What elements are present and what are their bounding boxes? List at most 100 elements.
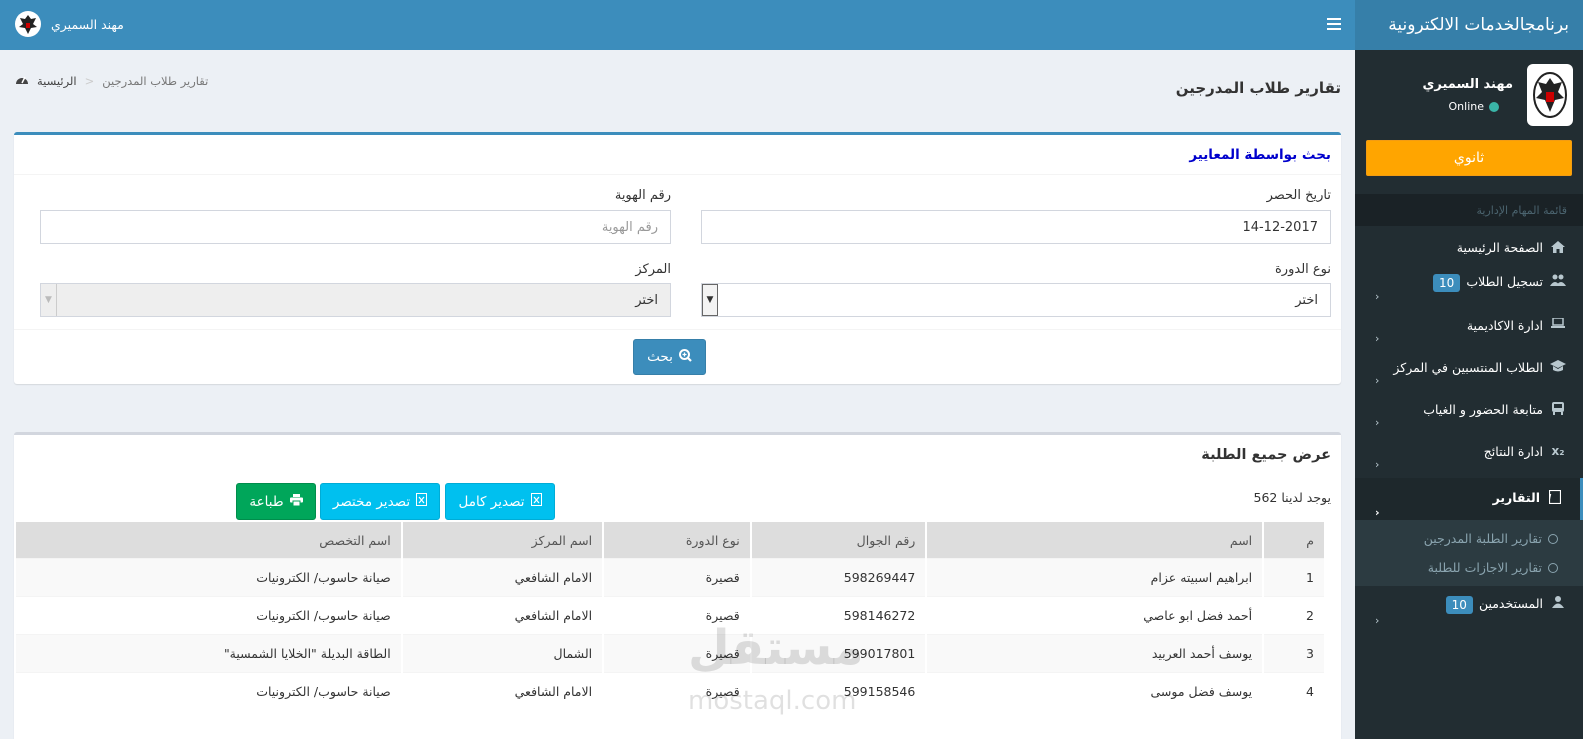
cell-center: الامام الشافعي xyxy=(402,672,603,710)
breadcrumb-home-link[interactable]: الرئيسية xyxy=(37,74,77,88)
sidebar: برنامجالخدمات الالكترونية مهند السميري O… xyxy=(1355,0,1583,739)
column-header-specialty[interactable]: اسم التخصص xyxy=(16,522,401,558)
table-row[interactable]: 3 يوسف أحمد العربيد 599017801 قصيرة الشم… xyxy=(16,634,1324,672)
sidebar-item-student-registration[interactable]: تسجيل الطلاب 10 ‹ xyxy=(1355,268,1583,310)
cell-index: 1 xyxy=(1264,558,1324,596)
main-content: تقارير طلاب المدرجين الرئيسية < تقارير ط… xyxy=(0,50,1355,739)
column-header-index[interactable]: م xyxy=(1264,522,1324,558)
center-label: المركز xyxy=(635,262,671,277)
sidebar-item-label: المستخدمين xyxy=(1478,596,1543,611)
sidebar-item-label: ادارة الاكاديمية xyxy=(1466,318,1543,333)
cell-center: الامام الشافعي xyxy=(402,596,603,634)
cell-mobile: 598269447 xyxy=(751,558,926,596)
level-button-label: ثانوي xyxy=(1453,150,1485,166)
search-button[interactable]: بحث xyxy=(633,339,706,375)
status-dot-icon xyxy=(1489,101,1499,112)
subscript-icon: x₂ xyxy=(1551,444,1565,458)
eagle-emblem-icon xyxy=(19,15,37,34)
caret-down-icon[interactable]: ▼ xyxy=(702,284,718,316)
navbar-avatar xyxy=(15,11,41,37)
chevron-left-icon: ‹ xyxy=(1375,416,1380,429)
sidebar-item-academy[interactable]: ادارة الاكاديمية ‹ xyxy=(1355,310,1583,352)
column-header-course-type[interactable]: نوع الدورة xyxy=(604,522,750,558)
file-word-icon: W xyxy=(1546,490,1564,504)
sidebar-item-results[interactable]: x₂ ادارة النتائج ‹ xyxy=(1355,436,1583,478)
id-input[interactable]: رقم الهوية xyxy=(40,210,671,244)
status-label: Online xyxy=(1448,100,1484,113)
chevron-left-icon: ‹ xyxy=(1375,614,1380,627)
watermark-text: مستقل xyxy=(688,620,864,676)
breadcrumb-separator: < xyxy=(84,73,95,88)
navbar-user-name: مهند السميري xyxy=(51,16,124,32)
results-box: عرض جميع الطلبة يوجد لدينا 562 تصدير كام… xyxy=(14,432,1341,739)
sidebar-item-home[interactable]: الصفحة الرئيسية xyxy=(1355,226,1583,268)
user-name: مهند السميري xyxy=(1422,77,1513,92)
top-navbar: مهند السميري xyxy=(0,0,1355,50)
column-header-mobile[interactable]: رقم الجوال xyxy=(751,522,926,558)
table-header-row: م اسم رقم الجوال نوع الدورة اسم المركز ا… xyxy=(16,522,1324,558)
sidebar-item-label: التقارير xyxy=(1492,490,1540,505)
table-row[interactable]: 2 أحمد فضل ابو عاصي 598146272 قصيرة الام… xyxy=(16,596,1324,634)
breadcrumb: الرئيسية < تقارير طلاب المدرجين xyxy=(15,73,208,88)
bus-icon xyxy=(1549,402,1567,415)
results-count: يوجد لدينا 562 xyxy=(1253,490,1331,505)
export-short-button[interactable]: تصدير مختصر xyxy=(320,483,440,520)
level-button[interactable]: ثانوي xyxy=(1366,140,1572,176)
count-badge: 10 xyxy=(1445,596,1473,614)
course-select[interactable]: اختر ▼ xyxy=(701,283,1331,317)
caret-down-icon: ▼ xyxy=(41,284,57,316)
sidebar-item-label: متابعة الحضور و الغياب xyxy=(1423,402,1543,417)
menu-toggle-icon[interactable] xyxy=(1327,15,1341,34)
search-plus-icon xyxy=(678,348,692,366)
user-avatar xyxy=(1527,64,1573,126)
date-input[interactable]: 14-12-2017 xyxy=(701,210,1331,244)
sidebar-item-reports[interactable]: W التقارير ‹ xyxy=(1355,478,1583,520)
search-box-footer: بحث xyxy=(14,329,1341,384)
cell-name: أحمد فضل ابو عاصي xyxy=(927,596,1263,634)
user-icon xyxy=(1549,596,1567,608)
course-select-value: اختر xyxy=(1295,292,1318,308)
chevron-down-icon: ‹ xyxy=(1375,506,1380,519)
cell-name: يوسف فضل موسى xyxy=(927,672,1263,710)
table-row[interactable]: 1 ابراهيم اسبيته عزام 598269447 قصيرة ال… xyxy=(16,558,1324,596)
cell-center: الشمال xyxy=(402,634,603,672)
app-brand[interactable]: برنامجالخدمات الالكترونية xyxy=(1355,0,1583,50)
print-label: طباعة xyxy=(249,493,284,510)
column-header-name[interactable]: اسم xyxy=(927,522,1263,558)
search-box-header: بحث بواسطة المعايير xyxy=(14,135,1341,175)
table-row[interactable]: 4 يوسف فضل موسى 599158546 قصيرة الامام ا… xyxy=(16,672,1324,710)
circle-icon xyxy=(1548,533,1558,544)
date-label: تاريخ الحصر xyxy=(1266,188,1331,203)
sidebar-item-label: الطلاب المنتسبين في المركز xyxy=(1393,360,1543,375)
submenu-item-leave-reports[interactable]: تقارير الاجازات للطلبة xyxy=(1355,553,1583,582)
sidebar-item-label: الصفحة الرئيسية xyxy=(1456,239,1543,255)
export-short-label: تصدير مختصر xyxy=(332,493,411,510)
file-excel-icon xyxy=(530,493,542,510)
students-table: م اسم رقم الجوال نوع الدورة اسم المركز ا… xyxy=(14,522,1326,710)
cell-index: 4 xyxy=(1264,672,1324,710)
sidebar-item-label: تسجيل الطلاب xyxy=(1466,274,1543,289)
submenu-label: تقارير الطلبة المدرجين xyxy=(1423,531,1542,546)
chevron-left-icon: ‹ xyxy=(1375,458,1380,471)
results-title: عرض جميع الطلبة xyxy=(1201,447,1331,463)
navbar-user-menu[interactable]: مهند السميري xyxy=(15,11,124,37)
file-excel-icon xyxy=(416,493,428,510)
user-status: Online xyxy=(1422,100,1513,113)
cell-index: 3 xyxy=(1264,634,1324,672)
center-select[interactable]: اختر ▼ xyxy=(40,283,671,317)
export-full-button[interactable]: تصدير كامل xyxy=(445,483,555,520)
column-header-center[interactable]: اسم المركز xyxy=(402,522,603,558)
svg-text:W: W xyxy=(1549,493,1552,502)
submenu-item-enrolled-reports[interactable]: تقارير الطلبة المدرجين xyxy=(1355,524,1583,553)
sidebar-item-users[interactable]: المستخدمين 10 ‹ xyxy=(1355,586,1583,636)
search-box-title: بحث بواسطة المعايير xyxy=(1189,146,1331,163)
circle-icon xyxy=(1548,562,1558,573)
sidebar-item-label: ادارة النتائج xyxy=(1483,444,1543,459)
search-button-label: بحث xyxy=(647,349,673,365)
sidebar-item-enrolled-students[interactable]: الطلاب المنتسبين في المركز ‹ xyxy=(1355,352,1583,394)
cell-name: يوسف أحمد العربيد xyxy=(927,634,1263,672)
sidebar-item-attendance[interactable]: متابعة الحضور و الغياب ‹ xyxy=(1355,394,1583,436)
breadcrumb-current: تقارير طلاب المدرجين xyxy=(102,73,209,88)
print-button[interactable]: طباعة xyxy=(236,483,316,520)
page-title: تقارير طلاب المدرجين xyxy=(1175,79,1341,97)
